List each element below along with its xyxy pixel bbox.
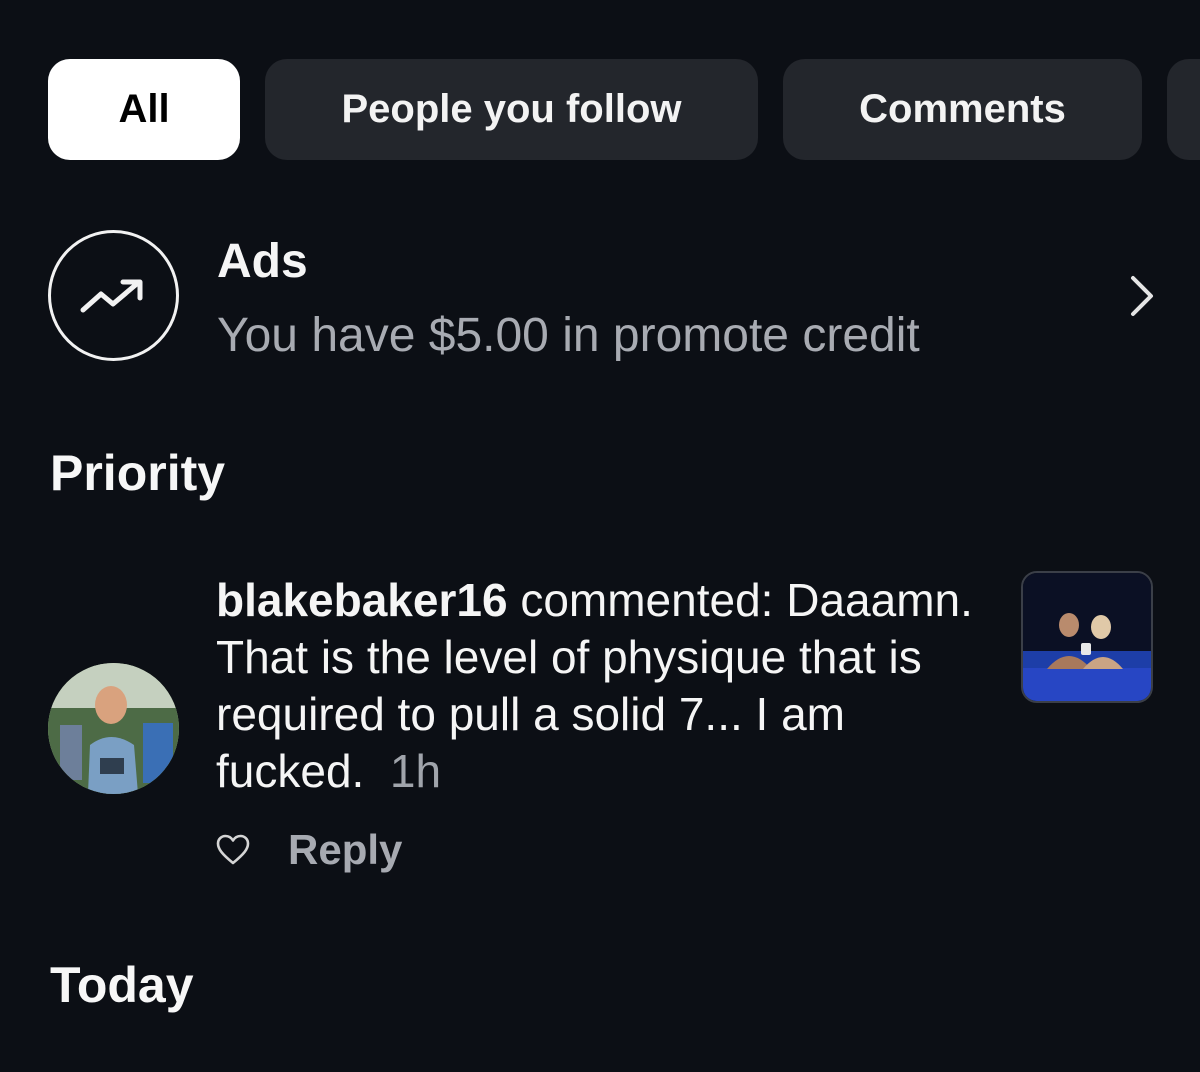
priority-section-title: Priority: [50, 445, 226, 501]
filter-people-you-follow-chip[interactable]: People you follow: [265, 59, 758, 160]
trending-up-icon: [48, 230, 179, 361]
heart-outline-icon[interactable]: [216, 834, 250, 866]
chevron-right-icon: [1131, 276, 1153, 316]
timestamp: 1h: [389, 745, 442, 797]
filter-chips: All People you follow Comments: [48, 59, 1200, 160]
ads-row[interactable]: Ads You have $5.00 in promote credit: [48, 228, 1158, 362]
today-section-title: Today: [50, 957, 194, 1013]
notification-action: commented:: [507, 574, 774, 626]
post-thumbnail[interactable]: [1021, 571, 1153, 703]
username[interactable]: blakebaker16: [216, 574, 508, 626]
filter-next-chip[interactable]: [1167, 59, 1200, 160]
ads-title: Ads: [217, 235, 308, 288]
filter-all-chip[interactable]: All: [48, 59, 240, 160]
avatar[interactable]: [48, 663, 179, 794]
filter-comments-chip[interactable]: Comments: [783, 59, 1142, 160]
notification-text[interactable]: blakebaker16 commented: Daaamn. That is …: [216, 572, 976, 800]
reply-button[interactable]: Reply: [288, 826, 402, 874]
promote-credit-text: You have $5.00 in promote credit: [217, 309, 920, 362]
notification-actions: Reply: [216, 826, 402, 874]
activity-page: All People you follow Comments Ads You h…: [0, 0, 1200, 1072]
